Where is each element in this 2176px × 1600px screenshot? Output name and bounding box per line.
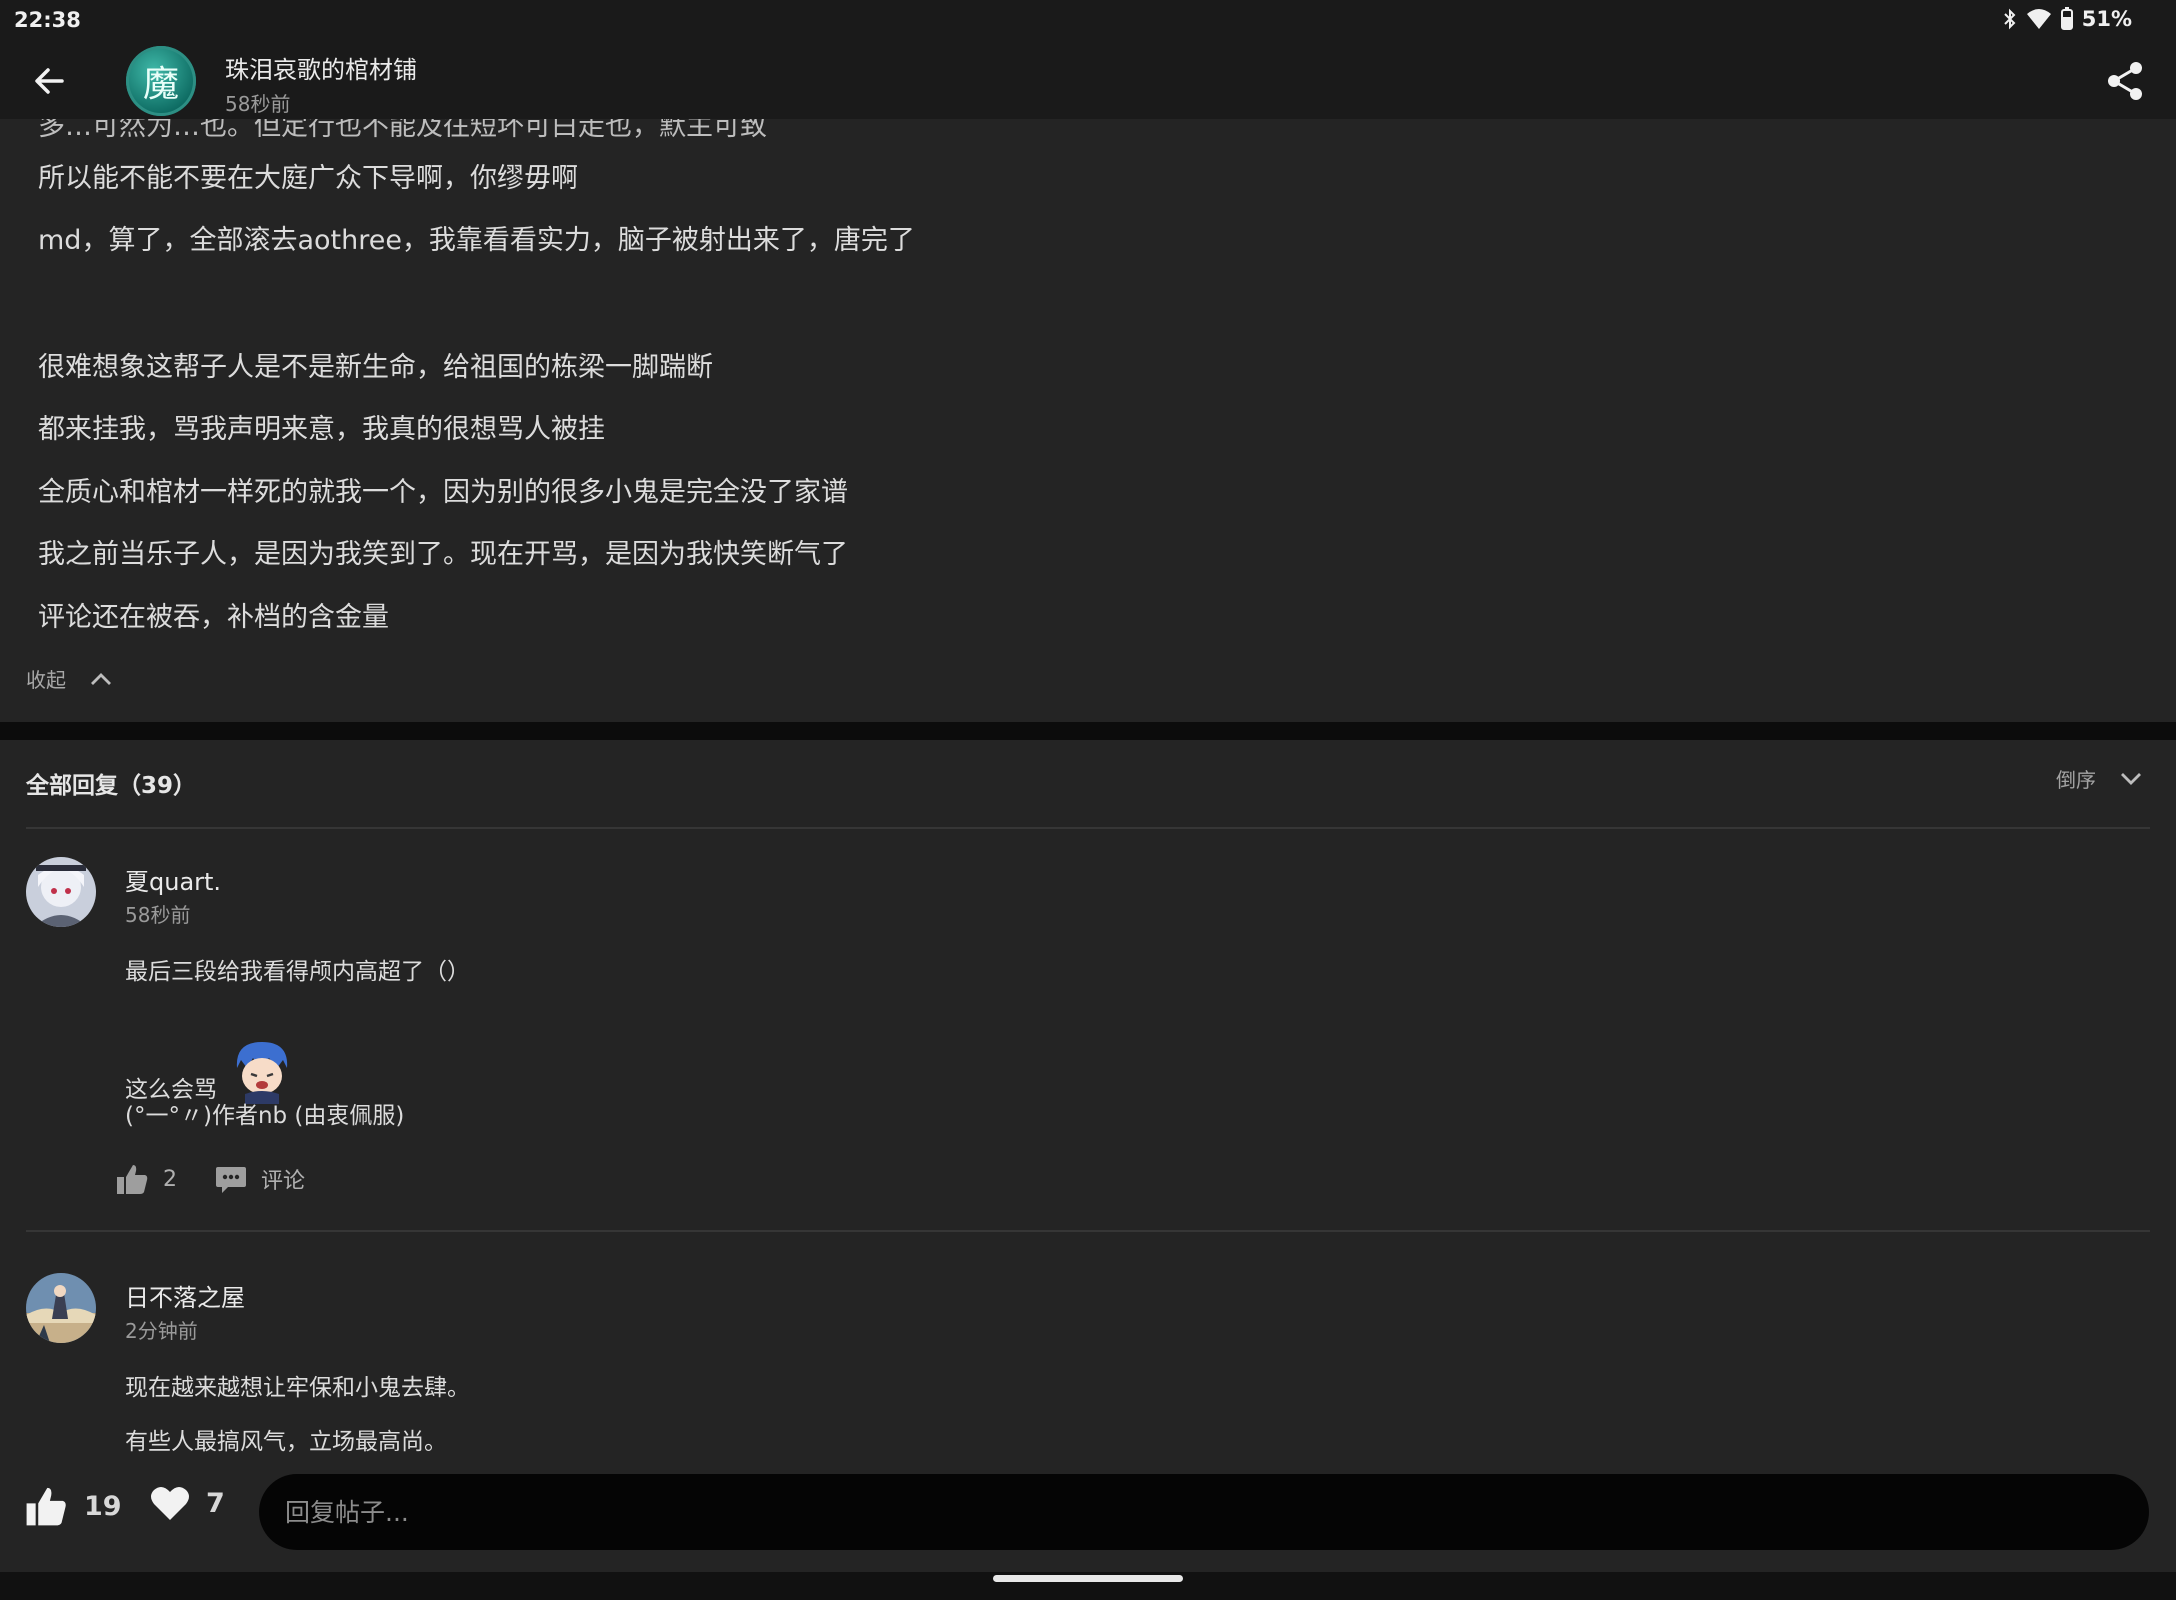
comment-item: 夏quart. 58秒前 最后三段给我看得颅内高超了（） 这么会骂 (°一°〃)… bbox=[0, 828, 2176, 1230]
status-time: 22:38 bbox=[14, 8, 81, 32]
replies-title: 全部回复（39） bbox=[26, 773, 197, 799]
avatar[interactable] bbox=[26, 1273, 96, 1343]
comment-line: 最后三段给我看得颅内高超了（） bbox=[125, 959, 470, 985]
post-line: 都来挂我，骂我声明来意，我真的很想骂人被挂 bbox=[38, 414, 605, 445]
battery-icon bbox=[2060, 7, 2073, 30]
wifi-icon bbox=[2026, 9, 2051, 29]
bluetooth-icon bbox=[2004, 8, 2016, 30]
post-favorite-count: 7 bbox=[206, 1487, 225, 1519]
author-avatar[interactable]: 魔 bbox=[126, 46, 196, 116]
comment-line-with-sticker: 这么会骂 bbox=[125, 1038, 293, 1104]
bottom-action-bar: 19 7 bbox=[0, 1458, 2176, 1572]
post-timestamp: 58秒前 bbox=[225, 92, 291, 116]
system-nav-bar bbox=[0, 1572, 2176, 1600]
comment-timestamp: 58秒前 bbox=[125, 903, 191, 927]
collapse-label: 收起 bbox=[26, 668, 66, 692]
avatar-image bbox=[26, 857, 96, 927]
reply-input[interactable] bbox=[259, 1474, 2149, 1550]
share-icon[interactable] bbox=[2102, 58, 2148, 104]
post-like-button[interactable]: 19 bbox=[24, 1484, 122, 1528]
comment-actions: 2 评论 bbox=[115, 1162, 305, 1196]
post-like-count: 19 bbox=[84, 1490, 122, 1522]
battery-percent: 51% bbox=[2081, 7, 2132, 31]
post-line: 很难想象这帮子人是不是新生命，给祖国的栋梁一脚踹断 bbox=[38, 352, 713, 383]
heart-icon bbox=[151, 1486, 189, 1520]
comment-author[interactable]: 日不落之屋 bbox=[125, 1278, 245, 1313]
post-line: md，算了，全部滚去aothree，我靠看看实力，脑子被射出来了，唐完了 bbox=[38, 225, 915, 256]
chevron-up-icon bbox=[91, 672, 111, 685]
replies-header: 全部回复（39） 倒序 bbox=[0, 740, 2176, 828]
post-favorite-button[interactable]: 7 bbox=[150, 1484, 225, 1522]
post-line: 所以能不能不要在大庭广众下导啊，你缪毋啊 bbox=[38, 163, 578, 194]
post-line: 全质心和棺材一样死的就我一个，因为别的很多小鬼是完全没了家谱 bbox=[38, 477, 848, 508]
thumbs-up-icon bbox=[26, 1487, 66, 1526]
comment-item: 日不落之屋 2分钟前 现在越来越想让牢保和小鬼去肆。 有些人最搞风气，立场最高尚… bbox=[0, 1232, 2176, 1458]
author-name[interactable]: 珠泪哀歌的棺材铺 bbox=[225, 50, 417, 85]
comment-timestamp: 2分钟前 bbox=[125, 1319, 198, 1343]
post-line: 我之前当乐子人，是因为我笑到了。现在开骂，是因为我快笑断气了 bbox=[38, 539, 848, 570]
comment-line: 有些人最搞风气，立场最高尚。 bbox=[125, 1429, 447, 1455]
nav-gesture-handle[interactable] bbox=[993, 1575, 1183, 1582]
sort-dropdown[interactable]: 倒序 bbox=[2056, 764, 2142, 793]
status-icons: 51% bbox=[2002, 7, 2132, 31]
comment-line: 现在越来越想让牢保和小鬼去肆。 bbox=[125, 1375, 470, 1401]
app-bar: 魔 珠泪哀歌的棺材铺 58秒前 bbox=[0, 44, 2176, 119]
like-count: 2 bbox=[163, 1166, 177, 1192]
avatar-glyph: 魔 bbox=[142, 64, 179, 105]
collapse-button[interactable]: 收起 bbox=[26, 664, 112, 693]
status-bar: 22:38 51% bbox=[0, 0, 2176, 44]
thumbs-up-icon[interactable] bbox=[115, 1162, 149, 1196]
chevron-down-icon bbox=[2121, 772, 2141, 785]
comment-button-label[interactable]: 评论 bbox=[261, 1163, 305, 1195]
avatar[interactable] bbox=[26, 857, 96, 927]
section-divider bbox=[0, 722, 2176, 740]
sticker-emoji-icon bbox=[236, 1042, 288, 1104]
avatar-image bbox=[26, 1273, 96, 1343]
comment-icon[interactable] bbox=[215, 1163, 247, 1195]
back-arrow-icon[interactable] bbox=[26, 58, 72, 104]
post-body: 多…可然为…也。但定行也不能及往短坏可白走也，默主可致 所以能不能不要在大庭广众… bbox=[0, 100, 2176, 720]
sort-label: 倒序 bbox=[2056, 768, 2096, 792]
comment-author[interactable]: 夏quart. bbox=[125, 862, 221, 897]
post-line: 评论还在被吞，补档的含金量 bbox=[38, 602, 389, 633]
comment-line: (°一°〃)作者nb (由衷佩服) bbox=[125, 1103, 405, 1129]
